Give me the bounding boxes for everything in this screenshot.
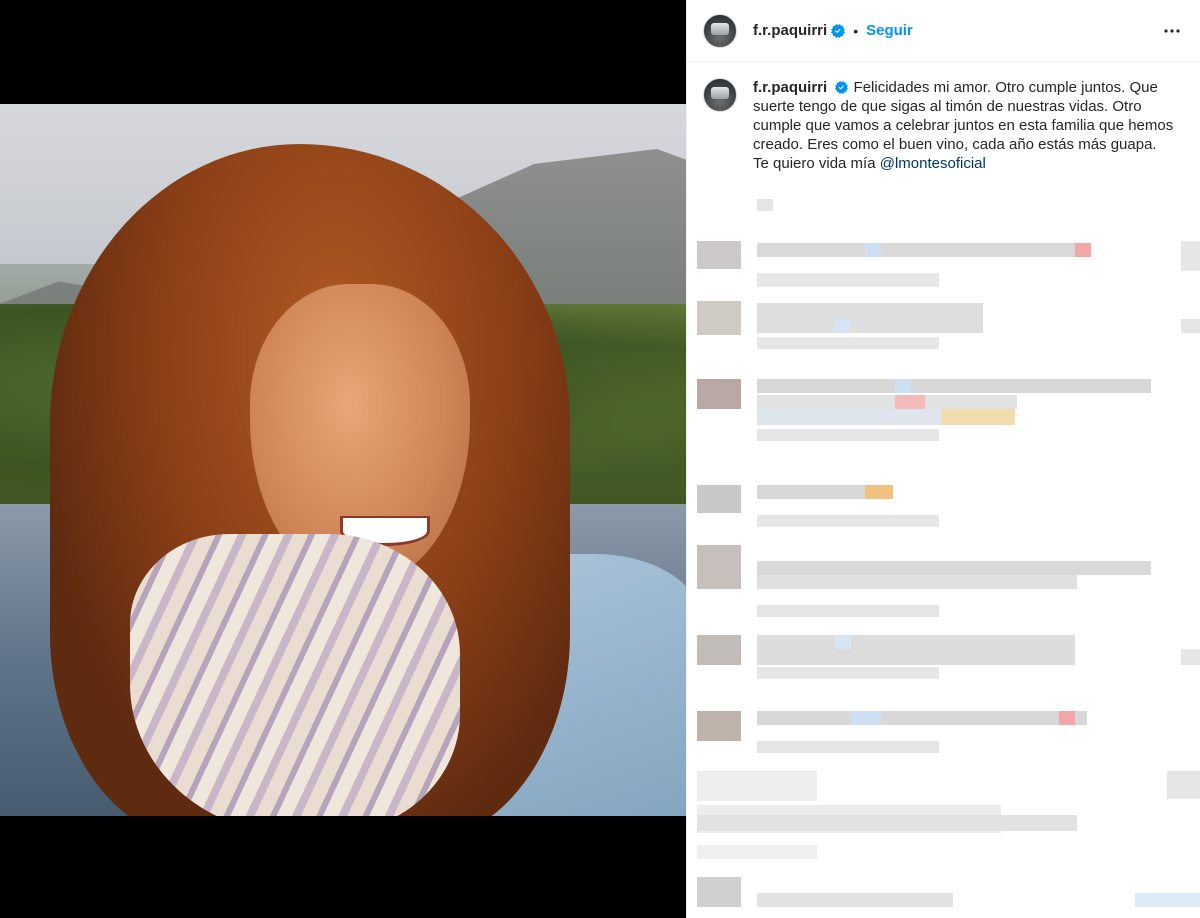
verified-badge-icon: [831, 23, 846, 38]
redacted-line: [757, 711, 1087, 725]
redacted-line: [757, 485, 877, 499]
follow-button[interactable]: Seguir: [866, 22, 913, 39]
redacted-avatar: [697, 635, 741, 665]
instagram-post: f.r.paquirri • Seguir f.r.paquirri Felic…: [0, 0, 1200, 918]
author-avatar[interactable]: [703, 13, 737, 48]
redacted-line: [757, 337, 939, 349]
redacted-line: [757, 561, 1151, 575]
redacted-highlight: [1075, 243, 1091, 257]
redacted-highlight: [865, 243, 881, 257]
redacted-line: [757, 515, 939, 527]
redacted-highlight: [895, 379, 911, 393]
caption-body: f.r.paquirri Felicidades mi amor. Otro c…: [753, 78, 1183, 173]
redacted-block: [697, 845, 817, 859]
redacted-line: [757, 429, 939, 441]
redacted-block: [1181, 241, 1200, 271]
post-photo[interactable]: [0, 104, 686, 816]
redacted-line: [757, 741, 939, 753]
redacted-line: [757, 379, 1151, 393]
redacted-line: [757, 243, 1087, 257]
redacted-block: [1181, 649, 1200, 665]
redacted-highlight: [1135, 893, 1200, 907]
redacted-highlight: [835, 635, 851, 649]
redacted-line: [757, 303, 983, 333]
verified-badge-icon: [835, 81, 849, 95]
redacted-line: [697, 815, 1077, 831]
redacted-line: [757, 575, 1077, 589]
redacted-comments: [687, 195, 1200, 918]
redacted-avatar: [697, 241, 741, 269]
redacted-avatar: [697, 877, 741, 907]
redacted-block: [757, 199, 773, 211]
caption-mention[interactable]: @lmontesoficial: [880, 155, 986, 172]
redacted-highlight: [1059, 711, 1075, 725]
author-username[interactable]: f.r.paquirri: [753, 22, 827, 39]
redacted-avatar: [697, 379, 741, 409]
separator-dot: •: [853, 22, 859, 39]
redacted-avatar: [697, 711, 741, 741]
photo-person: [0, 104, 686, 816]
redacted-block: [697, 771, 817, 801]
redacted-block: [1167, 771, 1200, 799]
caption-line2: Te quiero vida mía: [753, 155, 880, 172]
post-panel: f.r.paquirri • Seguir f.r.paquirri Felic…: [686, 0, 1200, 918]
post-header: f.r.paquirri • Seguir: [687, 0, 1200, 62]
caption-author-avatar[interactable]: [703, 78, 737, 112]
redacted-avatar: [697, 301, 741, 335]
redacted-highlight: [941, 409, 1015, 425]
post-media[interactable]: [0, 0, 686, 918]
redacted-highlight: [851, 711, 881, 725]
redacted-block: [1181, 319, 1200, 333]
more-horizontal-icon[interactable]: [1160, 19, 1184, 43]
redacted-line: [757, 395, 1017, 409]
post-caption: f.r.paquirri Felicidades mi amor. Otro c…: [687, 62, 1200, 173]
redacted-highlight: [865, 485, 893, 499]
redacted-line: [757, 893, 953, 907]
caption-username[interactable]: f.r.paquirri: [753, 79, 827, 96]
redacted-line: [757, 273, 939, 287]
redacted-line: [757, 605, 939, 617]
redacted-avatar: [697, 485, 741, 513]
redacted-highlight: [835, 319, 851, 333]
redacted-line: [757, 667, 939, 679]
redacted-line: [757, 635, 1075, 665]
redacted-avatar: [697, 545, 741, 589]
photo-scarf: [130, 534, 460, 816]
redacted-highlight: [895, 395, 925, 409]
